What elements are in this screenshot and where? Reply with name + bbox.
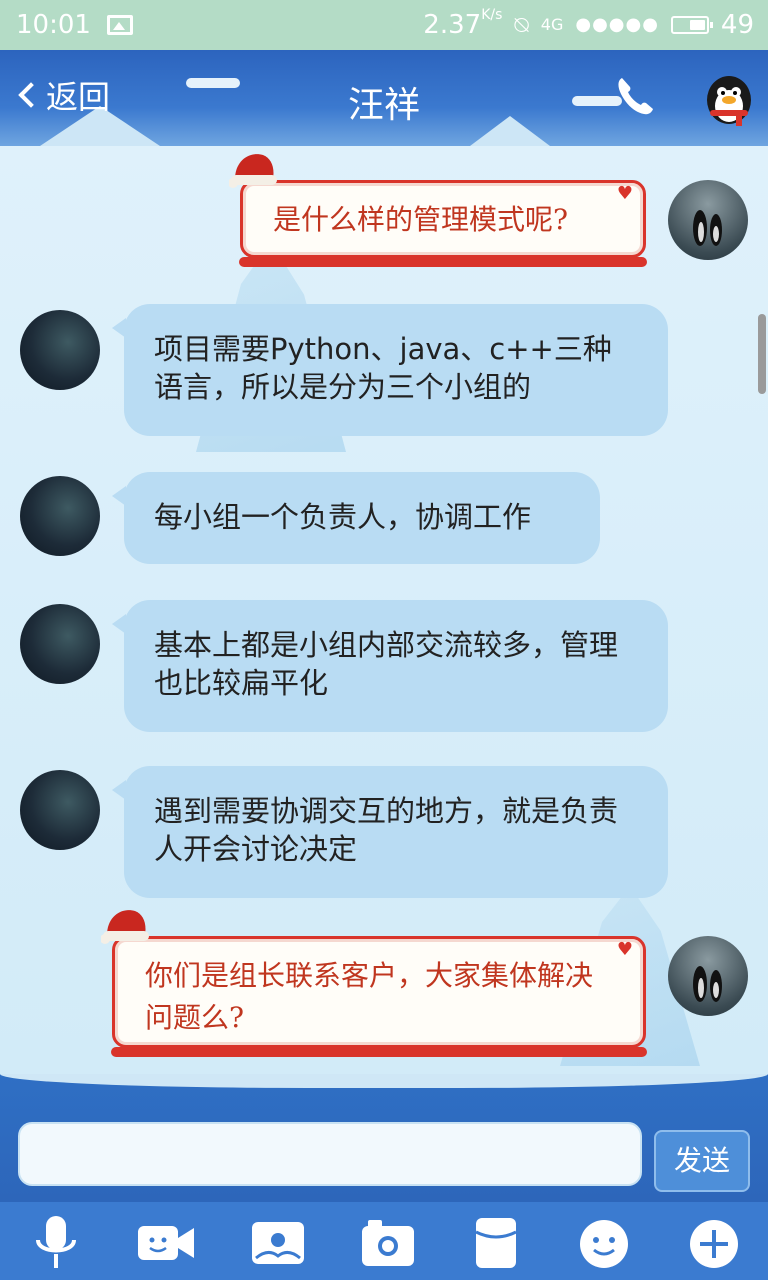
- message-text: 基本上都是小组内部交流较多，管理也比较扁平化: [154, 628, 619, 700]
- message-input[interactable]: [18, 1122, 642, 1186]
- signal-strength-icon: ●●●●●: [575, 14, 659, 35]
- message-list[interactable]: ♥ 是什么样的管理模式呢? 项目需要Python、java、c++三种语言，所以…: [0, 146, 768, 1074]
- message-text: 遇到需要协调交互的地方，就是负责人开会讨论决定: [154, 794, 619, 866]
- message-bubble-sent[interactable]: ♥ 你们是组长联系客户，大家集体解决问题么?: [101, 910, 647, 1057]
- contact-avatar[interactable]: [20, 476, 100, 556]
- emoji-icon[interactable]: [574, 1210, 634, 1274]
- vibrate-mode-icon: ⍉: [514, 11, 529, 39]
- chat-toolbar: [0, 1202, 768, 1280]
- camera-icon[interactable]: [358, 1210, 418, 1274]
- wave-decoration: [0, 1074, 768, 1088]
- photo-icon[interactable]: [248, 1210, 308, 1274]
- phone-call-icon[interactable]: [612, 72, 658, 118]
- qq-penguin-icon[interactable]: [702, 70, 756, 128]
- contact-avatar[interactable]: [20, 770, 100, 850]
- microphone-icon[interactable]: [26, 1210, 86, 1274]
- message-bubble-sent[interactable]: ♥ 是什么样的管理模式呢?: [229, 154, 647, 267]
- message-text: 每小组一个负责人，协调工作: [154, 500, 532, 534]
- scroll-decoration: [111, 1047, 647, 1057]
- penguins-avatar-icon: [693, 210, 722, 246]
- network-type: 4G: [540, 15, 564, 34]
- christmas-hat-icon: [229, 154, 277, 188]
- input-bar: 发送: [0, 1074, 768, 1202]
- chat-scrollbar[interactable]: [758, 314, 766, 394]
- message-text: 项目需要Python、java、c++三种语言，所以是分为三个小组的: [154, 332, 612, 404]
- red-packet-icon[interactable]: [466, 1210, 526, 1274]
- contact-avatar[interactable]: [20, 310, 100, 390]
- message-bubble-received[interactable]: 每小组一个负责人，协调工作: [112, 472, 600, 564]
- chat-header: 返回 汪祥: [0, 50, 768, 146]
- message-bubble-received[interactable]: 遇到需要协调交互的地方，就是负责人开会讨论决定: [112, 766, 668, 898]
- heart-icon: ♥: [616, 939, 633, 960]
- network-speed: 2.37K/s: [423, 7, 503, 40]
- message-bubble-received[interactable]: 基本上都是小组内部交流较多，管理也比较扁平化: [112, 600, 668, 732]
- message-bubble-received[interactable]: 项目需要Python、java、c++三种语言，所以是分为三个小组的: [112, 304, 668, 436]
- battery-icon: [670, 16, 713, 34]
- plus-icon[interactable]: [684, 1210, 744, 1274]
- heart-icon: ♥: [616, 183, 633, 204]
- scroll-decoration: [239, 257, 647, 267]
- send-button[interactable]: 发送: [654, 1130, 750, 1192]
- contact-avatar[interactable]: [20, 604, 100, 684]
- message-text: 你们是组长联系客户，大家集体解决问题么?: [145, 959, 594, 1034]
- penguins-avatar-icon: [693, 966, 722, 1002]
- message-text: 是什么样的管理模式呢?: [273, 203, 569, 236]
- my-avatar[interactable]: [668, 936, 748, 1016]
- image-notification-icon: [106, 15, 133, 35]
- battery-level: 49: [720, 10, 754, 40]
- christmas-hat-icon: [101, 910, 149, 944]
- status-bar: 10:01 2.37K/s ⍉ 4G ●●●●● 49: [0, 0, 768, 50]
- my-avatar[interactable]: [668, 180, 748, 260]
- status-time: 10:01: [16, 10, 91, 40]
- video-icon[interactable]: [136, 1210, 196, 1274]
